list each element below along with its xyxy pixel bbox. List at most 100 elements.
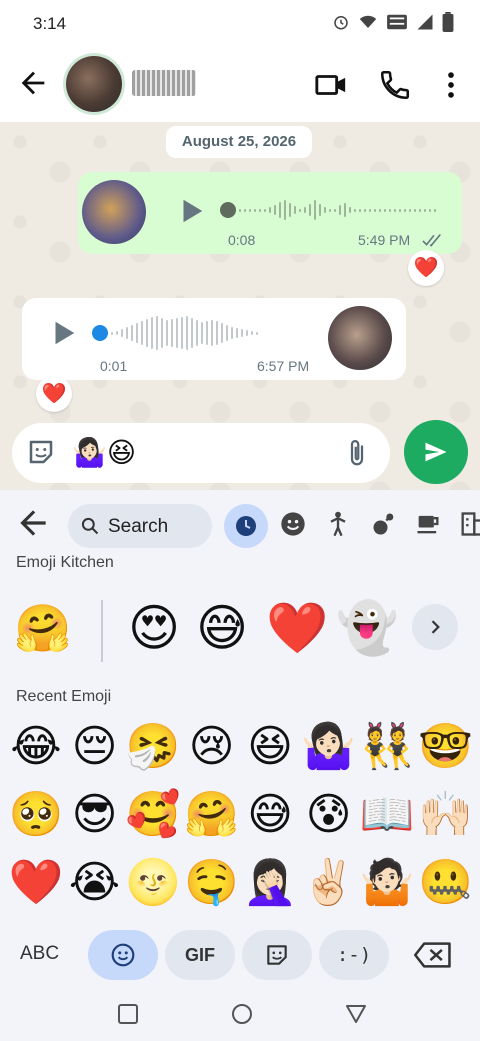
emoji-kitchen-row: 🤗 😍 😅 ❤️ 👻 <box>0 594 480 664</box>
recent-emoji[interactable]: ✌🏻 <box>300 854 358 912</box>
play-icon[interactable] <box>48 318 78 348</box>
emoji-search-button[interactable]: Search <box>68 504 212 548</box>
voice-waveform[interactable] <box>220 190 436 230</box>
status-icons <box>332 12 454 32</box>
video-call-icon[interactable] <box>314 68 348 102</box>
emoji-tab-button[interactable] <box>88 930 158 980</box>
waveform-bar <box>246 330 248 336</box>
recent-emoji[interactable]: 👯 <box>358 718 416 776</box>
home-icon[interactable] <box>230 1002 254 1026</box>
send-button[interactable] <box>404 420 468 484</box>
waveform-bar <box>239 208 241 212</box>
recent-clock-icon <box>236 516 256 536</box>
food-icon[interactable] <box>414 510 442 538</box>
recent-emoji[interactable]: 🥺 <box>7 786 65 844</box>
kitchen-emoji[interactable]: 😅 <box>196 598 248 658</box>
recent-emoji[interactable]: 🤷🏻 <box>358 854 416 912</box>
waveform-bar <box>309 204 311 216</box>
waveform-bar <box>126 327 128 339</box>
waveform-bar <box>319 204 321 216</box>
waveform-bar <box>364 208 366 212</box>
backspace-icon[interactable] <box>414 942 452 968</box>
reaction-heart[interactable]: ❤️ <box>36 376 72 412</box>
recent-emoji[interactable]: 😂 <box>7 718 65 776</box>
message-time: 5:49 PM <box>358 232 411 248</box>
emoji-toolbar: Search <box>0 496 480 548</box>
waveform-bar <box>196 320 198 346</box>
search-icon <box>81 517 99 535</box>
waveform-bar <box>156 316 158 350</box>
smiley-icon[interactable] <box>279 510 307 538</box>
abc-button[interactable]: ABC <box>20 943 59 965</box>
recent-emoji[interactable]: 🌝 <box>124 854 182 912</box>
recent-emoji[interactable]: 📖 <box>358 786 416 844</box>
incoming-voice-message[interactable]: 0:01 6:57 PM <box>22 298 406 380</box>
send-icon <box>425 442 447 462</box>
recent-emoji[interactable]: 😢 <box>183 718 241 776</box>
recent-emoji[interactable]: 😔 <box>66 718 124 776</box>
kitchen-emoji[interactable]: ❤️ <box>266 598 328 658</box>
waveform-bar <box>274 205 276 215</box>
recent-emoji[interactable]: 😆 <box>241 718 299 776</box>
recent-emoji[interactable]: 🤷🏻‍♀️ <box>300 718 358 776</box>
reaction-heart[interactable]: ❤️ <box>408 250 444 286</box>
kitchen-base-emoji[interactable]: 🤗 <box>14 598 71 658</box>
recent-emoji[interactable]: 🤐 <box>417 854 475 912</box>
message-text[interactable]: 🤷🏻‍♀️😆 <box>72 435 136 471</box>
sticker-tab-button[interactable] <box>242 930 312 980</box>
recent-emoji[interactable]: 😎 <box>66 786 124 844</box>
waveform-bar <box>354 208 356 212</box>
recent-emoji[interactable]: 😅 <box>241 786 299 844</box>
activity-icon[interactable] <box>370 510 398 538</box>
waveform-bar <box>251 331 253 335</box>
sticker-icon[interactable] <box>26 437 56 467</box>
waveform-bar <box>284 200 286 220</box>
contact-name-blurred[interactable] <box>132 70 196 96</box>
voice-waveform[interactable] <box>92 313 258 353</box>
keyboard-back-icon[interactable] <box>14 504 52 542</box>
recent-emoji[interactable]: 🙌🏻 <box>417 786 475 844</box>
recent-emoji[interactable]: 🤧 <box>124 718 182 776</box>
chat-area[interactable]: August 25, 2026 0:08 5:49 PM ❤️ 0:01 6:5… <box>0 122 480 490</box>
phone-icon[interactable] <box>378 68 412 102</box>
category-recent[interactable] <box>224 504 268 548</box>
waveform-bar <box>349 207 351 213</box>
kitchen-next-button[interactable] <box>412 604 458 650</box>
person-icon[interactable] <box>324 510 352 538</box>
recent-emoji[interactable]: 🤗 <box>183 786 241 844</box>
waveform-bar <box>146 319 148 347</box>
contact-avatar[interactable] <box>66 56 122 112</box>
recent-emoji[interactable]: 😭 <box>66 854 124 912</box>
search-label: Search <box>108 516 169 537</box>
waveform-bar <box>236 328 238 338</box>
waveform-bar <box>324 207 326 213</box>
attach-icon[interactable] <box>342 438 372 468</box>
waveform-bar <box>211 320 213 346</box>
message-input[interactable]: 🤷🏻‍♀️😆 <box>12 423 390 483</box>
emoticon-tab-button[interactable]: :-) <box>319 930 389 980</box>
recent-emoji[interactable]: 😰 <box>300 786 358 844</box>
kitchen-emoji[interactable]: 👻 <box>336 598 398 658</box>
waveform-bar <box>206 321 208 345</box>
waveform-bar <box>294 206 296 214</box>
waveform-bar <box>166 320 168 346</box>
kitchen-emoji[interactable]: 😍 <box>128 598 180 658</box>
more-vert-icon[interactable] <box>434 68 468 102</box>
recent-emoji[interactable]: ❤️ <box>7 854 65 912</box>
back-nav-icon[interactable] <box>344 1002 368 1026</box>
recents-icon[interactable] <box>116 1002 140 1026</box>
waveform-bar <box>279 202 281 218</box>
building-icon[interactable] <box>458 510 480 538</box>
gif-tab-button[interactable]: GIF <box>165 930 235 980</box>
outgoing-voice-message[interactable]: 0:08 5:49 PM <box>78 172 462 254</box>
waveform-bar <box>256 331 258 335</box>
play-icon[interactable] <box>176 196 206 226</box>
recent-emoji[interactable]: 🤓 <box>417 718 475 776</box>
waveform-bar <box>399 208 401 212</box>
back-arrow-icon[interactable] <box>16 66 50 100</box>
recent-emoji[interactable]: 🥰 <box>124 786 182 844</box>
recent-emoji[interactable]: 🤦🏻‍♀️ <box>241 854 299 912</box>
waveform-bar <box>141 321 143 345</box>
recent-emoji[interactable]: 🤤 <box>183 854 241 912</box>
keyboard-bottom-bar: ABC GIF :-) <box>0 926 480 984</box>
